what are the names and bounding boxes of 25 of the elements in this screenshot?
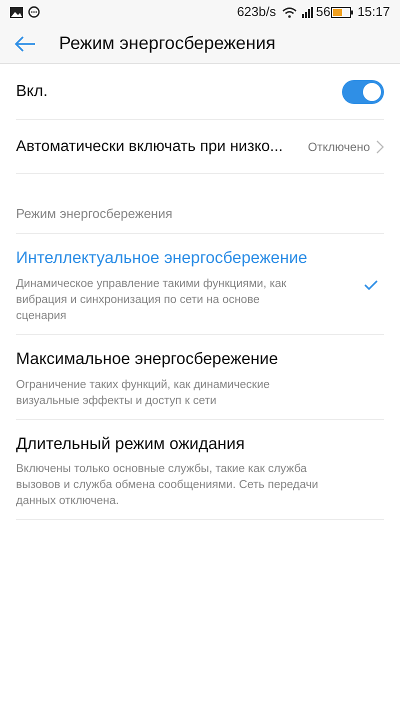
chevron-icon xyxy=(376,140,384,154)
auto-enable-row[interactable]: Автоматически включать при низко... Отключено xyxy=(16,120,384,174)
battery-percent: 56 xyxy=(316,3,330,22)
network-speed: 623b/s xyxy=(236,3,276,22)
wifi-icon xyxy=(282,6,297,18)
mode-description: Включены только основные службы, такие как служба вызовов и служба обмена сообщениями. Сеть передачи данных отключена. xyxy=(16,462,320,510)
image-icon xyxy=(10,6,23,18)
mode-option[interactable]: Интеллектуальное энергосбережение Динамическое управление такими функциями, как вибрация и синхронизация по сети на основе сценария xyxy=(16,234,384,335)
section-title: Режим энергосбережения xyxy=(16,204,172,223)
power-saving-label: Вкл. xyxy=(16,82,49,102)
mode-option[interactable]: Максимальное энергосбережение Ограничение таких функций, как динамические визуальные эффекты и доступ к сети xyxy=(16,334,384,420)
mode-title: Максимальное энергосбережение xyxy=(16,348,280,370)
page-title: Режим энергосбережения xyxy=(59,32,276,55)
signal-icon xyxy=(302,6,314,18)
mode-title: Интеллектуальное энергосбережение xyxy=(16,248,308,269)
mode-title: Длительный режим ожидания xyxy=(16,434,246,454)
mode-description: Ограничение таких функций, как динамические визуальные эффекты и доступ к сети xyxy=(16,378,271,408)
power-saving-toggle[interactable] xyxy=(342,80,384,104)
back-arrow-icon xyxy=(14,36,36,52)
message-icon xyxy=(28,6,40,18)
mode-option[interactable]: Длительный режим ожидания Включены только основные службы, такие как служба вызовов и служба обмена сообщениями. Сеть передачи данных отключена. xyxy=(16,420,384,520)
clock: 15:17 xyxy=(357,3,390,22)
battery-icon xyxy=(331,6,354,18)
mode-description: Динамическое управление такими функциями, как вибрация и синхронизация по сети на основе сценария xyxy=(16,276,288,324)
check-icon xyxy=(364,280,378,290)
